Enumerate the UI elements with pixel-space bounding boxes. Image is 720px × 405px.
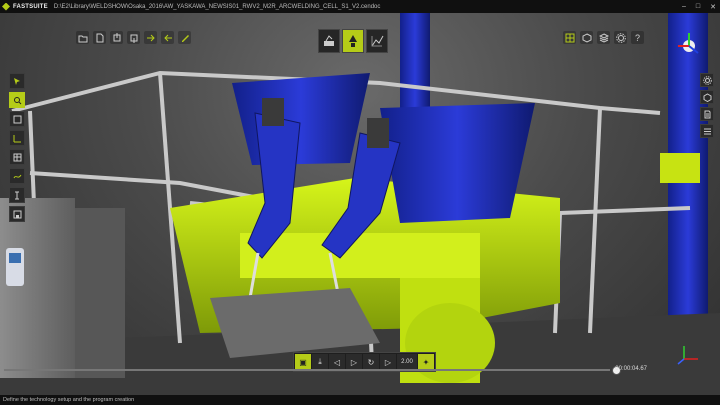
export-icon[interactable] xyxy=(127,31,140,44)
app-name: FASTSUITE xyxy=(13,3,48,10)
mode-selector xyxy=(318,29,388,53)
left-toolbar xyxy=(9,73,25,222)
3d-viewport[interactable]: ? ▣ ⤓ ◁ ▷ ↻ ▷ 2.00 ✦ xyxy=(0,13,720,395)
cube-view-icon[interactable] xyxy=(580,31,593,44)
backward-icon[interactable] xyxy=(161,31,174,44)
new-document-icon[interactable] xyxy=(93,31,106,44)
maximize-button[interactable]: □ xyxy=(696,3,700,10)
measure-icon[interactable] xyxy=(9,187,25,203)
close-button[interactable]: ✕ xyxy=(710,3,716,11)
grid-view-icon[interactable] xyxy=(563,31,576,44)
control-cabinet xyxy=(0,198,75,378)
import-icon[interactable] xyxy=(110,31,123,44)
edit-pencil-icon[interactable] xyxy=(178,31,191,44)
scene-render xyxy=(0,13,720,395)
help-icon[interactable]: ? xyxy=(631,31,644,44)
timeline-time: 00:00:04.67 xyxy=(615,366,647,372)
document-icon[interactable] xyxy=(700,107,714,121)
window-controls: – □ ✕ xyxy=(682,0,716,13)
timeline[interactable]: 00:00:04.67 xyxy=(0,363,720,377)
open-folder-icon[interactable] xyxy=(76,31,89,44)
curve-icon[interactable] xyxy=(9,168,25,184)
robot-setup-icon[interactable] xyxy=(318,29,340,53)
title-bar: FASTSUITE D:\E2\Library\WELDSHOW\Osaka_2… xyxy=(0,0,720,13)
right-toolbar xyxy=(700,73,714,138)
list-icon[interactable] xyxy=(700,124,714,138)
forward-icon[interactable] xyxy=(144,31,157,44)
save-view-icon[interactable] xyxy=(9,206,25,222)
robot-base-cup-left xyxy=(232,73,370,165)
timeline-track[interactable] xyxy=(4,369,610,371)
column-bracket-green xyxy=(660,153,700,183)
file-toolbar xyxy=(76,31,191,44)
gear-icon[interactable] xyxy=(700,73,714,87)
move-axis-icon[interactable] xyxy=(9,130,25,146)
file-path: D:\E2\Library\WELDSHOW\Osaka_2016\AW_YAS… xyxy=(53,3,381,10)
select-arrow-icon[interactable] xyxy=(9,73,25,89)
wire-feeder-left xyxy=(262,98,284,126)
frame-icon[interactable] xyxy=(9,111,25,127)
zoom-select-icon[interactable] xyxy=(9,92,25,108)
help-glyph: ? xyxy=(634,32,640,43)
table-icon[interactable] xyxy=(9,149,25,165)
robot-base-cup-right xyxy=(380,103,535,223)
orientation-gizmo-icon[interactable] xyxy=(674,31,704,61)
fastsuite-logo-icon xyxy=(2,2,10,11)
status-bar: Define the technology setup and the prog… xyxy=(0,395,720,405)
wire-feeder-right xyxy=(367,118,389,148)
teach-pendant-screen xyxy=(9,253,21,263)
status-text: Define the technology setup and the prog… xyxy=(3,397,135,403)
box-icon[interactable] xyxy=(700,90,714,104)
axis-triad-icon xyxy=(677,346,698,365)
settings-gear-icon[interactable] xyxy=(614,31,627,44)
path-chart-icon[interactable] xyxy=(366,29,388,53)
weld-technology-icon[interactable] xyxy=(342,29,364,53)
view-toolbar: ? xyxy=(563,31,644,44)
control-cabinet-side xyxy=(75,208,125,378)
minimize-button[interactable]: – xyxy=(682,3,686,10)
layers-icon[interactable] xyxy=(597,31,610,44)
